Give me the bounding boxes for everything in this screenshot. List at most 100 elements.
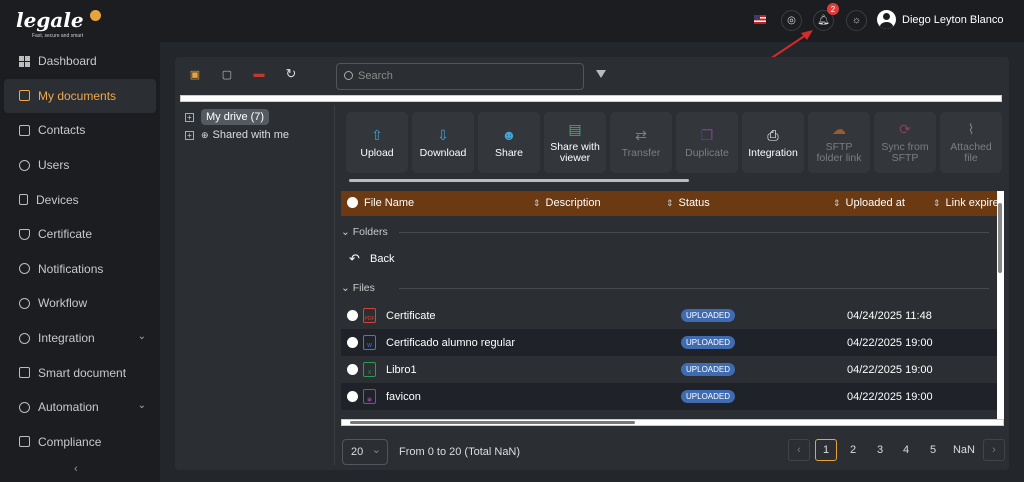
upload-button[interactable]: ⇧ Upload (346, 112, 408, 173)
sidebar-item-contacts[interactable]: Contacts (0, 113, 160, 148)
sidebar-item-smart-document[interactable]: Smart document (0, 355, 160, 390)
page-last-button[interactable]: NaN (949, 439, 979, 461)
scrollbar-thumb[interactable] (998, 203, 1002, 273)
sidebar-item-label: Notifications (38, 261, 104, 276)
search-input[interactable]: Search (336, 63, 584, 90)
action-label: Duplicate (685, 146, 729, 159)
column-status[interactable]: ⇕ Status (666, 197, 710, 209)
download-button[interactable]: ⇩ Download (412, 112, 474, 173)
sidebar-item-automation[interactable]: Automation ⌄ (0, 390, 160, 425)
word-file-icon: W (363, 335, 376, 350)
upload-icon: ⇧ (371, 126, 383, 143)
file-name[interactable]: Libro1 (386, 364, 417, 376)
transfer-button[interactable]: ⇄ Transfer (610, 112, 672, 173)
page-2-button[interactable]: 2 (842, 439, 864, 461)
delete-folder-button[interactable]: ▬ (252, 68, 266, 80)
table-row[interactable]: PDF Certificate UPLOADED 04/24/2025 11:4… (341, 302, 997, 329)
sort-icon: ⇕ (833, 198, 841, 208)
page-3-button[interactable]: 3 (869, 439, 891, 461)
status-badge: UPLOADED (681, 363, 736, 376)
row-checkbox[interactable] (347, 310, 358, 321)
page-5-button[interactable]: 5 (922, 439, 944, 461)
files-section[interactable]: ⌄ Files (341, 282, 987, 294)
sidebar-item-certificate[interactable]: Certificate (0, 217, 160, 252)
chevron-down-icon: ⌄ (341, 282, 353, 294)
row-checkbox[interactable] (347, 337, 358, 348)
chat-icon (19, 436, 30, 448)
back-row[interactable]: ↶ Back (341, 245, 997, 272)
table-row[interactable]: ▣ favicon UPLOADED 04/22/2025 19:00 (341, 383, 997, 410)
search-icon (344, 71, 353, 80)
scrollbar-thumb[interactable] (350, 421, 635, 424)
integration-icon: ⎙ (767, 126, 779, 143)
folder-tree: + My drive (7) + ⊕ Shared with me (175, 105, 335, 465)
attached-file-button[interactable]: ⌇ Attached file (940, 112, 1002, 173)
page-size-select[interactable]: 20 (342, 439, 388, 465)
file-name[interactable]: Certificado alumno regular (386, 337, 515, 349)
image-file-icon: ▣ (363, 389, 376, 404)
action-label: Upload (360, 146, 394, 159)
next-page-button[interactable]: › (983, 439, 1005, 461)
column-file-name[interactable]: File Name (364, 197, 414, 209)
scrollbar-thumb[interactable] (349, 179, 689, 182)
sync-from-sftp-button[interactable]: ⟳ Sync from SFTP (874, 112, 936, 173)
sidebar-item-label: My documents (38, 88, 117, 103)
page-4-button[interactable]: 4 (895, 439, 917, 461)
sidebar-item-label: Automation (38, 400, 99, 415)
expand-icon[interactable]: + (185, 112, 194, 122)
sftp-folder-link-button[interactable]: ☁ SFTP folder link (808, 112, 870, 173)
sidebar-item-devices[interactable]: Devices (0, 182, 160, 217)
chevron-left-icon: ‹ (797, 444, 801, 456)
share-user-icon: ☻ (501, 126, 517, 143)
file-name[interactable]: favicon (386, 391, 421, 403)
column-link-expire[interactable]: ⇕ Link expire (933, 197, 999, 209)
pagination-info: From 0 to 20 (Total NaN) (399, 446, 521, 458)
workflow-icon (19, 297, 30, 309)
integration-button[interactable]: ⎙ Integration (742, 112, 804, 173)
top-horizontal-scrollbar[interactable] (180, 95, 1002, 102)
row-checkbox[interactable] (347, 391, 358, 402)
column-uploaded-at[interactable]: ⇕ Uploaded at (833, 197, 905, 209)
duplicate-button[interactable]: ❐ Duplicate (676, 112, 738, 173)
filter-icon[interactable] (596, 70, 606, 78)
sidebar-item-label: Contacts (38, 123, 86, 138)
tree-item-my-drive[interactable]: + My drive (7) (185, 109, 270, 125)
share-button[interactable]: ☻ Share (478, 112, 540, 173)
table-vertical-scrollbar[interactable] (997, 191, 1004, 421)
sidebar-collapse-button[interactable]: ‹ (74, 463, 78, 475)
sidebar-item-compliance[interactable]: Compliance (0, 425, 160, 460)
gear-icon (19, 332, 30, 344)
prev-page-button[interactable]: ‹ (788, 439, 810, 461)
expand-icon[interactable]: + (185, 130, 194, 140)
file-name[interactable]: Certificate (386, 310, 436, 322)
table-horizontal-scrollbar[interactable] (341, 419, 1004, 426)
refresh-button[interactable]: ↻ (284, 66, 298, 81)
share-with-viewer-button[interactable]: ▤ Share with viewer (544, 112, 606, 173)
select-all-checkbox[interactable] (347, 197, 358, 211)
sidebar-item-label: Certificate (38, 227, 93, 242)
new-folder-button[interactable]: ▣ (188, 68, 202, 81)
search-placeholder: Search (358, 70, 393, 82)
sidebar-item-my-documents[interactable]: My documents (4, 78, 156, 114)
shield-icon (19, 228, 30, 240)
back-arrow-icon: ↶ (349, 250, 360, 266)
move-folder-button[interactable]: ▢ (220, 68, 234, 81)
sidebar-item-workflow[interactable]: Workflow (0, 286, 160, 321)
column-description[interactable]: ⇕ Description (533, 197, 601, 209)
folders-section[interactable]: ⌄ Folders (341, 226, 986, 238)
sidebar-item-integration[interactable]: Integration ⌄ (0, 321, 160, 356)
page-1-button[interactable]: 1 (815, 439, 837, 461)
sidebar-item-notifications[interactable]: Notifications (0, 252, 160, 287)
status-badge: UPLOADED (681, 336, 736, 349)
row-checkbox[interactable] (347, 364, 358, 375)
table-row[interactable]: X Libro1 UPLOADED 04/22/2025 19:00 (341, 356, 997, 383)
checkbox[interactable] (347, 197, 358, 208)
status-badge: UPLOADED (681, 309, 736, 322)
actions-scrollbar[interactable] (341, 178, 1003, 184)
table-row[interactable]: W Certificado alumno regular UPLOADED 04… (341, 329, 997, 356)
sidebar-item-users[interactable]: Users (0, 148, 160, 183)
sort-icon: ⇕ (666, 198, 674, 208)
tree-item-shared[interactable]: + ⊕ Shared with me (185, 129, 289, 141)
transfer-icon: ⇄ (635, 126, 647, 143)
action-bar: ⇧ Upload ⇩ Download ☻ Share ▤ Share with vie… (346, 112, 1003, 174)
